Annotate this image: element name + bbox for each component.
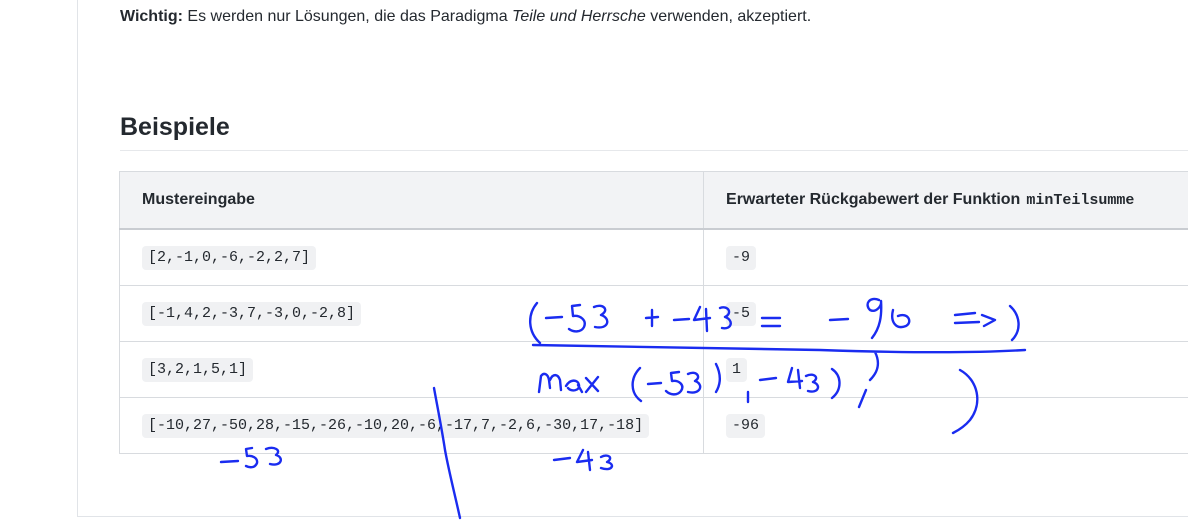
- ink-right-sum: [552, 448, 614, 472]
- handwritten-annotations: [219, 297, 1027, 520]
- ink-divider-line: [432, 386, 462, 520]
- ink-brace: [531, 343, 1027, 382]
- ink-min-expression: [529, 297, 1020, 345]
- ink-max-expression: [537, 362, 979, 435]
- ink-left-sum: [219, 446, 282, 469]
